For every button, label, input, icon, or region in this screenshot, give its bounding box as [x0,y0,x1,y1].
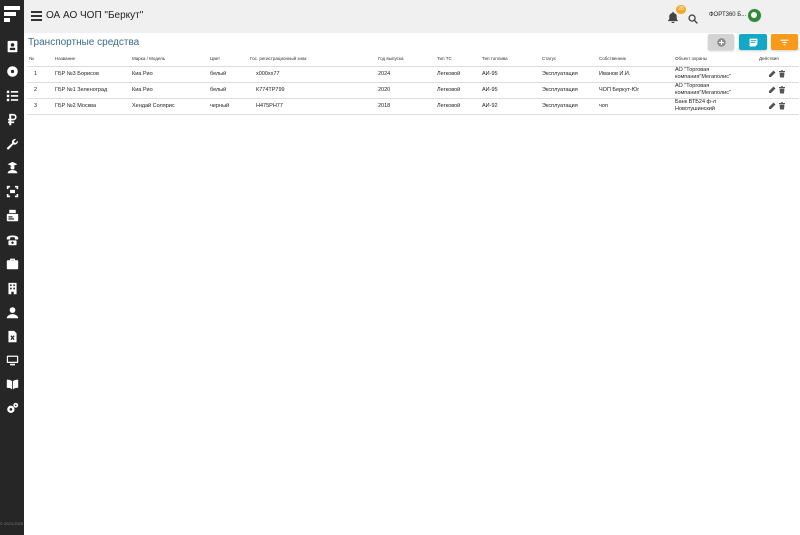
table-cell: Иванов И.И. [597,66,673,83]
table-cell: АО "Торговая компания"Мегаполис" [673,66,757,83]
table-cell: 2018 [376,98,435,115]
contact-card-icon[interactable] [5,39,19,53]
table-cell: чоп [597,98,673,115]
table-cell: Легковой [435,66,480,83]
edit-pencil-icon[interactable] [768,70,776,78]
actions-cell [757,82,799,99]
column-header[interactable]: Собственник [597,52,673,67]
building-icon[interactable] [5,281,19,295]
monitor-icon[interactable] [5,353,19,367]
table-cell: АИ-92 [480,98,540,115]
table-cell: х000хх77 [248,66,376,83]
table-cell: черный [208,98,248,115]
table-cell: Эксплуатация [540,98,597,115]
table-cell: Легковой [435,82,480,99]
table-cell: Банк ВТБ24 ф-л Новотушинский [673,98,757,115]
plus-circle-icon [716,37,726,47]
trash-icon[interactable] [778,70,786,78]
hamburger-menu-icon[interactable] [31,11,42,21]
copyright-text: © 2024-2026 ver 1.0 [0,521,24,526]
phone-icon[interactable] [5,232,19,246]
column-header[interactable]: Год выпуска [376,52,435,67]
column-header[interactable]: Гос. регистрационный знак [248,52,376,67]
avatar[interactable] [747,8,762,23]
table-cell: АО "Торговая компания"Мегаполис" [673,82,757,99]
table-cell: 3 [27,98,53,115]
table-cell: ГБР №1 Зеленоград [53,82,130,99]
edit-pencil-icon[interactable] [768,86,776,94]
table-cell: АИ-95 [480,66,540,83]
table-cell: ГБР №3 Борисов [53,66,130,83]
column-header[interactable]: Статус [540,52,597,67]
note-button[interactable] [739,34,767,50]
trash-icon[interactable] [778,86,786,94]
actions-cell [757,66,799,83]
table-header-row: № Название Марка / Модель Цвет Гос. реги… [27,52,799,67]
column-header: Действия [757,52,799,67]
search-icon[interactable] [688,11,699,24]
table-cell: Н475РН77 [248,98,376,115]
table-cell: Киа Рио [130,66,208,83]
table-cell: 2024 [376,66,435,83]
table-cell: ГБР №2 Москва [53,98,130,115]
column-header[interactable]: Объект охраны [673,52,757,67]
table-cell: белый [208,82,248,99]
id-card-icon[interactable] [5,208,19,222]
settings-icon[interactable] [5,401,19,415]
wrench-icon[interactable] [5,136,19,150]
app-title: ОА АО ЧОП "Беркут" [46,10,144,21]
add-button[interactable] [708,34,734,50]
checklist-icon[interactable] [5,88,19,102]
user-name[interactable]: ФОРТ360 Б... [709,12,746,18]
column-header[interactable]: Марка / Модель [130,52,208,67]
table-cell: 2020 [376,82,435,99]
column-header[interactable]: Тип ТС [435,52,480,67]
briefcase-icon[interactable] [5,256,19,270]
note-icon [749,38,757,46]
vehicles-table: № Название Марка / Модель Цвет Гос. реги… [27,52,799,115]
filter-icon [780,39,789,45]
user-icon[interactable] [5,305,19,319]
table-cell: АИ-95 [480,82,540,99]
book-icon[interactable] [5,377,19,391]
table-cell: Легковой [435,98,480,115]
ruble-icon[interactable] [5,112,19,126]
column-header[interactable]: Тип топлива [480,52,540,67]
table-row[interactable]: 2 ГБР №1 Зеленоград Киа Рио белый К774ТР… [27,82,799,99]
edit-pencil-icon[interactable] [768,102,776,110]
trash-icon[interactable] [778,102,786,110]
column-header[interactable]: № [27,52,53,67]
table-cell: ЧОП Беркут-Юг [597,82,673,99]
table-row[interactable]: 1 ГБР №3 Борисов Киа Рио белый х000хх77 … [27,66,799,83]
person-badge-icon[interactable] [5,160,19,174]
page-title: Транспортные средства [28,37,140,48]
table-cell: белый [208,66,248,83]
table-cell: 2 [27,82,53,99]
table-row[interactable]: 3 ГБР №2 Москва Хендай Солярис черный Н4… [27,98,799,115]
table-cell: Хендай Солярис [130,98,208,115]
table-cell: Киа Рио [130,82,208,99]
table-cell: К774ТР799 [248,82,376,99]
table-cell: Эксплуатация [540,82,597,99]
document-icon[interactable] [5,329,19,343]
sidebar: © 2024-2026 ver 1.0 [0,0,24,535]
scanner-icon[interactable] [5,184,19,198]
app-root: © 2024-2026 ver 1.0 ОА АО ЧОП "Беркут" 2… [0,0,800,535]
filter-button[interactable] [771,34,798,50]
dashboard-icon[interactable] [5,64,19,78]
table-cell: Эксплуатация [540,66,597,83]
column-header[interactable]: Название [53,52,130,67]
actions-cell [757,98,799,115]
notification-badge: 28 [676,5,686,14]
table-cell: 1 [27,66,53,83]
app-logo[interactable] [4,6,20,24]
column-header[interactable]: Цвет [208,52,248,67]
